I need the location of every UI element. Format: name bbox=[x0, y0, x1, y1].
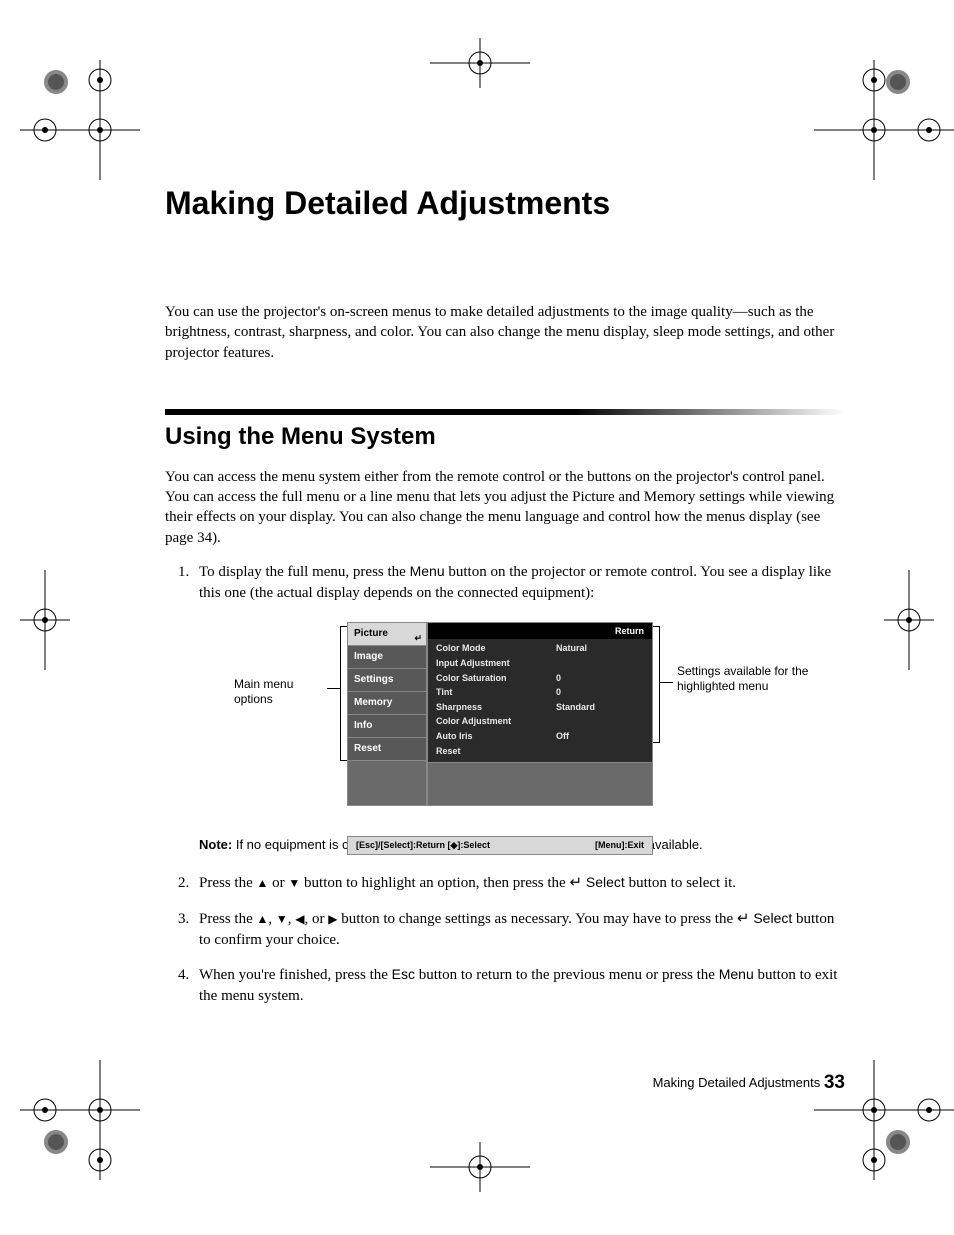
rosette-icon bbox=[884, 68, 912, 96]
callout-left: Main menu options bbox=[234, 677, 324, 708]
step-text: To display the full menu, press the bbox=[199, 564, 410, 580]
osd-screenshot: Picture↵ Image Settings Memory Info Rese… bbox=[347, 622, 653, 855]
callout-right: Settings available for the highlighted m… bbox=[677, 664, 817, 695]
osd-row: Color Saturation0 bbox=[436, 671, 644, 686]
osd-return: Return bbox=[428, 623, 652, 640]
step-4: When you're finished, press the Esc butt… bbox=[193, 965, 845, 1007]
step-text: When you're finished, press the bbox=[199, 967, 392, 983]
step-2: Press the ▲ or ▼ button to highlight an … bbox=[193, 872, 845, 894]
menu-figure: Main menu options Picture↵ Image Setting… bbox=[199, 622, 845, 822]
section-paragraph: You can access the menu system either fr… bbox=[165, 467, 845, 548]
menu-button-label: Menu bbox=[719, 966, 754, 982]
osd-tab-picture: Picture↵ bbox=[348, 623, 426, 646]
step-text: , or bbox=[305, 911, 329, 927]
rosette-icon bbox=[884, 1128, 912, 1156]
footer-text: Making Detailed Adjustments bbox=[653, 1075, 824, 1090]
callout-connector bbox=[659, 682, 673, 683]
step-text: or bbox=[268, 875, 288, 891]
page-title: Making Detailed Adjustments bbox=[165, 185, 845, 222]
osd-bottom-bar: [Esc]/[Select]:Return [◆]:Select [Menu]:… bbox=[347, 836, 653, 855]
osd-right-panel: Return Color ModeNatural Input Adjustmen… bbox=[427, 622, 653, 806]
osd-fill bbox=[428, 762, 652, 805]
bracket-left bbox=[340, 626, 347, 761]
note-label: Note: bbox=[199, 837, 232, 852]
rosette-icon bbox=[42, 68, 70, 96]
enter-icon: ↵ bbox=[569, 874, 582, 891]
osd-tab-reset: Reset bbox=[348, 738, 426, 761]
osd-row: Reset bbox=[436, 744, 644, 759]
step-text: , bbox=[268, 911, 276, 927]
enter-icon: ↵ bbox=[737, 910, 750, 927]
osd-bottom-left: [Esc]/[Select]:Return [◆]:Select bbox=[356, 839, 490, 852]
step-1: To display the full menu, press the Menu… bbox=[193, 562, 845, 854]
crop-mark-top-center bbox=[430, 38, 530, 88]
callout-connector bbox=[327, 688, 341, 689]
osd-bottom-right: [Menu]:Exit bbox=[595, 839, 644, 852]
select-button-label: Select bbox=[582, 874, 625, 890]
up-triangle-icon: ▲ bbox=[257, 876, 269, 890]
section-heading: Using the Menu System bbox=[165, 423, 845, 451]
osd-tab-image: Image bbox=[348, 646, 426, 669]
left-triangle-icon: ◀ bbox=[295, 912, 304, 926]
intro-paragraph: You can use the projector's on-screen me… bbox=[165, 302, 845, 363]
bracket-right bbox=[653, 626, 660, 743]
crop-mark-bottom-left bbox=[20, 1060, 140, 1180]
select-button-label: Select bbox=[749, 910, 792, 926]
osd-row: SharpnessStandard bbox=[436, 700, 644, 715]
osd-rows: Color ModeNatural Input Adjustment Color… bbox=[428, 639, 652, 762]
osd-row: Color ModeNatural bbox=[436, 641, 644, 656]
down-triangle-icon: ▼ bbox=[276, 912, 288, 926]
osd-row: Auto IrisOff bbox=[436, 729, 644, 744]
up-triangle-icon: ▲ bbox=[257, 912, 269, 926]
osd-row: Input Adjustment bbox=[436, 656, 644, 671]
crop-mark-bottom-center bbox=[430, 1142, 530, 1192]
page-number: 33 bbox=[824, 1072, 845, 1093]
step-text: button to return to the previous menu or… bbox=[415, 967, 719, 983]
down-triangle-icon: ▼ bbox=[288, 876, 300, 890]
crop-mark-top-left bbox=[20, 60, 140, 180]
page-footer: Making Detailed Adjustments 33 bbox=[165, 1072, 845, 1094]
osd-tab-memory: Memory bbox=[348, 692, 426, 715]
step-text: Press the bbox=[199, 875, 257, 891]
step-text: button to highlight an option, then pres… bbox=[300, 875, 569, 891]
osd-row: Color Adjustment bbox=[436, 714, 644, 729]
step-3: Press the ▲, ▼, ◀, or ▶ button to change… bbox=[193, 908, 845, 951]
osd-left-tabs: Picture↵ Image Settings Memory Info Rese… bbox=[347, 622, 427, 806]
step-text: button to select it. bbox=[625, 875, 736, 891]
crop-mark-left-center bbox=[20, 570, 70, 670]
esc-button-label: Esc bbox=[392, 966, 415, 982]
section-divider bbox=[165, 409, 845, 415]
right-triangle-icon: ▶ bbox=[328, 912, 337, 926]
osd-tab-settings: Settings bbox=[348, 669, 426, 692]
rosette-icon bbox=[42, 1128, 70, 1156]
step-text: Press the bbox=[199, 911, 257, 927]
crop-mark-right-center bbox=[884, 570, 934, 670]
menu-button-label: Menu bbox=[410, 563, 445, 579]
osd-tab-info: Info bbox=[348, 715, 426, 738]
step-text: button to change settings as necessary. … bbox=[338, 911, 737, 927]
osd-row: Tint0 bbox=[436, 685, 644, 700]
